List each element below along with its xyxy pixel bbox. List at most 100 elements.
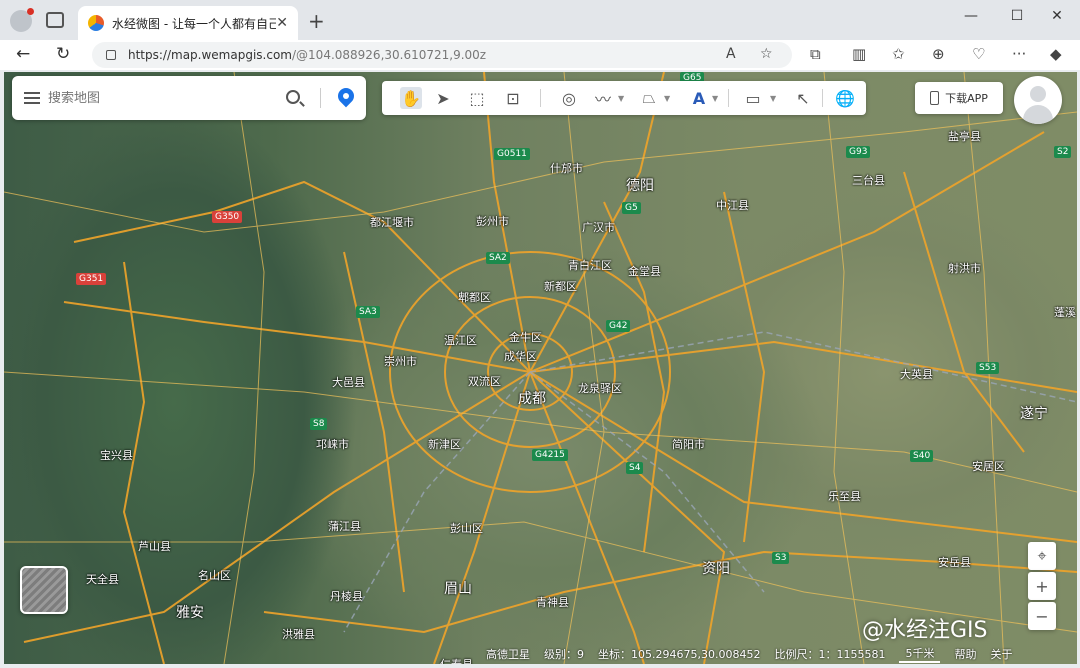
new-tab-icon[interactable]: + [308, 9, 325, 33]
place-label[interactable]: 新都区 [544, 278, 577, 294]
favorites-icon[interactable]: ✩ [892, 45, 905, 63]
place-label[interactable]: 洪雅县 [282, 626, 315, 642]
favorite-star-icon[interactable]: ☆ [760, 46, 773, 62]
place-label[interactable]: 新津区 [428, 436, 461, 452]
place-label[interactable]: 成华区 [504, 348, 537, 364]
road-shield: SA2 [486, 252, 510, 264]
menu-icon[interactable] [24, 92, 40, 104]
locate-icon[interactable]: ⌖ [1028, 542, 1056, 570]
place-label[interactable]: 中江县 [716, 197, 749, 213]
place-label[interactable]: 简阳市 [672, 436, 705, 452]
place-label[interactable]: 广汉市 [582, 219, 615, 235]
zoom-box-icon[interactable]: ⊡ [502, 87, 524, 109]
place-label[interactable]: 温江区 [444, 332, 477, 348]
marker-icon[interactable]: ◎ [558, 87, 580, 109]
copilot-icon[interactable]: ◆ [1050, 45, 1062, 63]
place-label[interactable]: 仁寿县 [440, 656, 473, 664]
place-label[interactable]: 丹棱县 [330, 588, 363, 604]
identify-cursor-icon[interactable]: ↖ [792, 87, 814, 109]
measure-icon[interactable]: ▭ [742, 87, 764, 109]
place-label[interactable]: 芦山县 [138, 538, 171, 554]
zoom-out-button[interactable]: − [1028, 602, 1056, 630]
close-tab-icon[interactable]: ✕ [276, 15, 288, 31]
place-label[interactable]: 雅安 [176, 602, 204, 622]
tab-actions-icon[interactable] [46, 12, 64, 28]
map-search-input[interactable] [48, 90, 268, 106]
place-label[interactable]: 龙泉驿区 [578, 380, 622, 396]
globe-icon[interactable]: 🌐 [834, 87, 856, 109]
extensions-icon[interactable]: ⧉ [810, 45, 821, 63]
chevron-down-icon[interactable]: ▼ [770, 94, 776, 103]
minimize-icon[interactable]: — [948, 8, 994, 24]
place-label[interactable]: 什邡市 [550, 160, 583, 176]
place-label[interactable]: 青白江区 [568, 257, 612, 273]
place-label[interactable]: 遂宁 [1020, 403, 1048, 423]
place-label[interactable]: 金堂县 [628, 263, 661, 279]
place-label[interactable]: 射洪市 [948, 260, 981, 276]
place-label[interactable]: 彭山区 [450, 520, 483, 536]
download-app-button[interactable]: 下载APP [915, 82, 1003, 114]
place-label[interactable]: 郫都区 [458, 289, 491, 305]
place-label[interactable]: 安居区 [972, 458, 1005, 474]
lock-icon[interactable] [106, 50, 116, 60]
place-label[interactable]: 蒲江县 [328, 518, 361, 534]
text-tool-icon[interactable]: A [688, 87, 710, 109]
profile-icon[interactable] [10, 8, 34, 32]
place-label[interactable]: 资阳 [702, 558, 730, 578]
chevron-down-icon[interactable]: ▼ [618, 94, 624, 103]
place-label[interactable]: 天全县 [86, 571, 119, 587]
polygon-icon[interactable]: ⏢ [638, 87, 660, 109]
level-label: 级别： [544, 648, 577, 661]
search-icon[interactable] [286, 90, 300, 104]
box-select-icon[interactable]: ⬚ [466, 87, 488, 109]
place-label[interactable]: 双流区 [468, 373, 501, 389]
place-label[interactable]: 彭州市 [476, 213, 509, 229]
collections-icon[interactable]: ⊕ [932, 45, 945, 63]
split-screen-icon[interactable]: ▥ [852, 45, 866, 63]
location-pin-icon[interactable] [334, 84, 358, 108]
browser-tab[interactable]: 水经微图 - 让每一个人都有自己的 ✕ [78, 6, 298, 40]
user-avatar[interactable] [1014, 76, 1062, 124]
reload-icon[interactable]: ↻ [56, 44, 70, 64]
place-label[interactable]: 宝兴县 [100, 447, 133, 463]
watermark: @水经注GIS [862, 618, 988, 643]
url-host: https://map.wemapgis.com [128, 48, 292, 62]
chevron-down-icon[interactable]: ▼ [712, 94, 718, 103]
place-label[interactable]: 安岳县 [938, 554, 971, 570]
chevron-down-icon[interactable]: ▼ [664, 94, 670, 103]
place-label[interactable]: 德阳 [626, 175, 654, 195]
map-status-bar: 高德卫星 级别：9 坐标：105.294675,30.008452 比例尺：1：… [486, 644, 1076, 664]
place-label[interactable]: 大邑县 [332, 374, 365, 390]
map-canvas[interactable]: 什邡市 德阳 三台县 盐亭县 都江堰市 彭州市 广汉市 中江县 青白江区 金堂县… [4, 72, 1077, 664]
close-window-icon[interactable]: ✕ [1034, 8, 1080, 24]
place-label[interactable]: 眉山 [444, 578, 472, 598]
browser-essentials-icon[interactable]: ♡ [972, 45, 985, 63]
place-label[interactable]: 青神县 [536, 594, 569, 610]
read-aloud-icon[interactable]: A [726, 46, 736, 62]
place-label[interactable]: 三台县 [852, 172, 885, 188]
place-label[interactable]: 名山区 [198, 567, 231, 583]
about-link[interactable]: 关于 [990, 646, 1012, 662]
place-label[interactable]: 乐至县 [828, 488, 861, 504]
place-label[interactable]: 金牛区 [509, 329, 542, 345]
more-menu-icon[interactable]: ··· [1012, 45, 1026, 63]
place-label[interactable]: 崇州市 [384, 353, 417, 369]
zoom-in-button[interactable]: + [1028, 572, 1056, 600]
road-shield: SA3 [356, 306, 380, 318]
place-label[interactable]: 盐亭县 [948, 128, 981, 144]
address-bar[interactable]: https://map.wemapgis.com/@104.088926,30.… [92, 42, 792, 68]
place-label[interactable]: 成都 [518, 388, 546, 408]
road-shield: S3 [772, 552, 790, 564]
place-label[interactable]: 大英县 [900, 366, 933, 382]
map-type[interactable]: 高德卫星 [486, 646, 530, 662]
basemap-switcher-button[interactable] [20, 566, 68, 614]
back-icon[interactable]: ← [16, 44, 30, 64]
polyline-icon[interactable]: 〰 [592, 87, 614, 109]
help-link[interactable]: 帮助 [954, 646, 976, 662]
pan-hand-icon[interactable]: ✋ [400, 87, 422, 109]
place-label[interactable]: 都江堰市 [370, 214, 414, 230]
select-arrow-icon[interactable]: ➤ [432, 87, 454, 109]
place-label[interactable]: 邛崃市 [316, 436, 349, 452]
place-label[interactable]: 蓬溪 [1054, 304, 1076, 320]
phone-icon [930, 91, 940, 105]
